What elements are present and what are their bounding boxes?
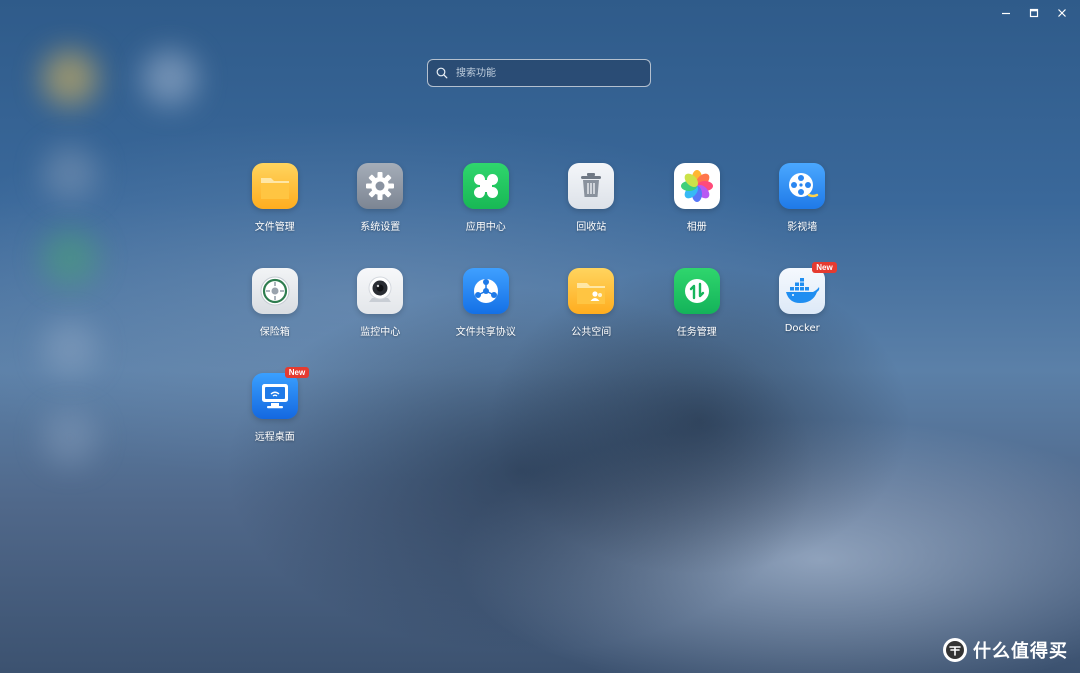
app-label: 文件管理 [254, 222, 295, 233]
app-label: Docker [784, 323, 820, 334]
close-icon[interactable] [1050, 4, 1074, 22]
network-share-icon [462, 268, 509, 314]
search-box[interactable] [427, 59, 651, 87]
app-label: 系统设置 [360, 222, 401, 233]
app-photos[interactable]: 相册 [644, 163, 750, 268]
docker-whale-icon: New [779, 262, 837, 314]
app-remote-desktop[interactable]: New 远程桌面 [222, 367, 328, 478]
app-app-center[interactable]: 应用中心 [433, 163, 539, 268]
app-label: 监控中心 [360, 327, 401, 338]
app-label: 影视墙 [787, 222, 818, 233]
maximize-icon[interactable] [1022, 4, 1046, 22]
smzdm-logo-icon [943, 638, 967, 662]
search-input[interactable] [454, 66, 638, 80]
folder-icon [251, 163, 298, 209]
app-label: 公共空间 [571, 327, 612, 338]
app-system-settings[interactable]: 系统设置 [328, 163, 434, 268]
app-file-sharing-protocol[interactable]: 文件共享协议 [433, 268, 539, 373]
app-label: 远程桌面 [254, 432, 295, 443]
task-arrows-icon [673, 268, 720, 314]
app-label: 任务管理 [676, 327, 717, 338]
trash-icon [568, 163, 615, 209]
app-safe[interactable]: 保险箱 [222, 268, 328, 373]
blurred-dock-icon [42, 320, 98, 376]
app-label: 保险箱 [259, 327, 290, 338]
new-badge: New [284, 367, 310, 378]
app-file-manager[interactable]: 文件管理 [222, 163, 328, 268]
blurred-dock-icon [42, 145, 98, 201]
app-recycle-bin[interactable]: 回收站 [539, 163, 645, 268]
film-reel-icon [779, 163, 826, 209]
photos-icon [673, 163, 720, 209]
watermark: 什么值得买 [943, 637, 1068, 663]
app-label: 应用中心 [465, 222, 506, 233]
safe-icon [251, 268, 298, 314]
desktop-background: 文件管理 [0, 0, 1080, 673]
clover-icon [462, 163, 509, 209]
blurred-dock-icon [42, 230, 98, 286]
blurred-dock-icon [142, 50, 198, 106]
new-badge: New [812, 262, 837, 273]
minimize-icon[interactable] [994, 4, 1018, 22]
blurred-dock-icon [42, 50, 98, 106]
app-video-wall[interactable]: 影视墙 [750, 163, 856, 268]
app-docker[interactable]: New Docker [750, 262, 856, 373]
search-icon [436, 64, 448, 83]
gear-icon [357, 163, 404, 209]
window-controls [994, 4, 1074, 22]
app-label: 相册 [686, 222, 707, 233]
app-grid: 文件管理 系统设置 应用中心 回收站 相册 影视墙 保险箱 监控中心 文件共享协… [222, 163, 855, 478]
remote-desktop-icon: New [251, 367, 310, 419]
app-task-manager[interactable]: 任务管理 [644, 268, 750, 373]
app-label: 回收站 [576, 222, 607, 233]
app-surveillance-center[interactable]: 监控中心 [328, 268, 434, 373]
camera-icon [357, 268, 404, 314]
blurred-dock-icon [42, 410, 98, 466]
watermark-text: 什么值得买 [973, 641, 1068, 662]
app-label: 文件共享协议 [455, 327, 516, 338]
app-public-space[interactable]: 公共空间 [539, 268, 645, 373]
shared-folder-icon [568, 268, 615, 314]
